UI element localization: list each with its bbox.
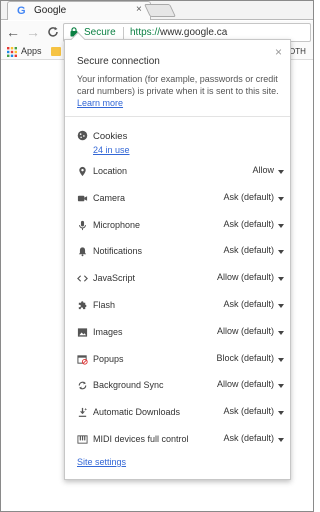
permission-value: Allow (default) <box>216 379 274 390</box>
other-bookmarks-label[interactable]: OTH <box>289 47 306 56</box>
permission-label: Background Sync <box>93 380 164 391</box>
permission-value: Ask (default) <box>223 406 274 417</box>
cookies-label: Cookies <box>93 131 128 142</box>
tab-google[interactable]: G Google × <box>7 1 151 20</box>
cookies-section: Cookies 24 in use <box>77 129 282 155</box>
permission-value: Ask (default) <box>223 218 274 229</box>
download-icon <box>78 408 88 418</box>
permission-row-background-sync: Background Sync Allow (default) <box>77 378 284 394</box>
permission-label: Flash <box>93 300 116 310</box>
permission-select-images[interactable]: Allow (default) <box>217 326 284 340</box>
omnibox-divider <box>123 27 124 39</box>
image-icon <box>77 328 88 337</box>
dropdown-caret-icon <box>278 277 284 282</box>
tab-title: Google <box>34 5 67 16</box>
permission-select-microphone[interactable]: Ask (default) <box>223 219 284 233</box>
apps-grid-icon[interactable] <box>7 47 17 57</box>
bell-icon <box>78 247 87 257</box>
permission-label: Images <box>93 326 123 337</box>
permission-value: Ask (default) <box>223 245 274 256</box>
secure-label[interactable]: Secure <box>84 27 116 38</box>
forward-icon[interactable]: → <box>25 24 41 40</box>
site-settings-link[interactable]: Site settings <box>77 457 126 467</box>
connection-description: Your information (for example, passwords… <box>77 73 282 109</box>
dropdown-caret-icon <box>278 170 284 174</box>
permission-row-popups: Popups Block (default) <box>77 352 284 368</box>
permission-value: Ask (default) <box>223 433 274 443</box>
dropdown-caret-icon <box>278 384 284 389</box>
permission-select-automatic-downloads[interactable]: Ask (default) <box>223 406 284 420</box>
permission-row-camera: Camera Ask (default) <box>77 191 284 207</box>
dropdown-caret-icon <box>278 411 284 416</box>
permission-select-popups[interactable]: Block (default) <box>216 353 284 367</box>
permission-label: Camera <box>93 192 126 203</box>
dropdown-caret-icon <box>278 196 284 201</box>
reload-icon[interactable] <box>45 24 61 40</box>
dropdown-caret-icon <box>278 250 284 255</box>
permission-label: Location <box>93 166 128 176</box>
puzzle-icon <box>78 301 87 310</box>
permission-row-flash: Flash Ask (default) <box>77 298 284 314</box>
new-tab-button[interactable] <box>143 4 177 17</box>
learn-more-link[interactable]: Learn more <box>77 98 123 108</box>
dropdown-caret-icon <box>278 304 284 308</box>
cookie-icon <box>77 130 88 141</box>
dropdown-caret-icon <box>278 223 284 228</box>
site-info-popup: × Secure connection Your information (fo… <box>64 31 291 480</box>
camera-icon <box>77 195 88 202</box>
permission-label: JavaScript <box>93 273 136 284</box>
sync-icon <box>78 382 87 390</box>
dropdown-caret-icon <box>278 330 284 335</box>
tab-close-icon[interactable]: × <box>136 4 142 16</box>
cookies-in-use-link[interactable]: 24 in use <box>93 145 130 155</box>
permission-select-notifications[interactable]: Ask (default) <box>223 245 284 259</box>
popup-icon <box>77 354 88 365</box>
bookmark-folder-icon[interactable] <box>51 47 61 56</box>
permission-row-microphone: Microphone Ask (default) <box>77 218 284 234</box>
permission-row-images: Images Allow (default) <box>77 325 284 341</box>
permission-value: Block (default) <box>216 352 274 363</box>
google-favicon-icon: G <box>17 5 26 17</box>
close-icon[interactable]: × <box>275 46 282 58</box>
dropdown-caret-icon <box>278 357 284 362</box>
apps-label[interactable]: Apps <box>21 46 42 56</box>
url-host: www.google.ca <box>160 27 228 38</box>
permission-label: Microphone <box>93 219 141 230</box>
permission-value: Ask (default) <box>223 299 274 309</box>
permission-value: Ask (default) <box>223 191 274 202</box>
permission-value: Allow <box>252 165 274 175</box>
permission-select-midi-devices-full-control[interactable]: Ask (default) <box>223 433 284 447</box>
tab-strip: G Google × <box>1 1 313 20</box>
permission-select-location[interactable]: Allow <box>252 165 284 179</box>
permission-label: Notifications <box>93 246 143 257</box>
permission-row-midi-devices-full-control: MIDI devices full control Ask (default) <box>77 432 284 448</box>
permission-select-flash[interactable]: Ask (default) <box>223 299 284 313</box>
permission-select-camera[interactable]: Ask (default) <box>223 192 284 206</box>
permission-row-javascript: JavaScript Allow (default) <box>77 271 284 287</box>
midi-icon <box>77 435 88 444</box>
permission-row-automatic-downloads: Automatic Downloads Ask (default) <box>77 405 284 421</box>
url-text[interactable]: https://www.google.ca <box>130 27 227 38</box>
permission-label: MIDI devices full control <box>93 434 189 444</box>
permission-select-javascript[interactable]: Allow (default) <box>217 272 284 286</box>
url-scheme: https:// <box>130 27 161 38</box>
permission-row-location: Location Allow <box>77 164 284 180</box>
connection-description-text: Your information (for example, passwords… <box>77 74 279 96</box>
browser-window: G Google × ← → Secure https://www.google… <box>0 0 314 512</box>
permission-select-background-sync[interactable]: Allow (default) <box>217 379 284 393</box>
location-icon <box>79 166 86 177</box>
microphone-icon <box>79 220 86 230</box>
permission-label: Popups <box>93 353 124 364</box>
permission-value: Allow (default) <box>216 272 274 283</box>
dropdown-caret-icon <box>278 438 284 442</box>
divider <box>65 116 290 117</box>
permission-value: Allow (default) <box>216 325 274 336</box>
permission-row-notifications: Notifications Ask (default) <box>77 244 284 260</box>
permission-label: Automatic Downloads <box>93 407 181 418</box>
back-icon[interactable]: ← <box>5 24 21 40</box>
code-icon <box>77 275 88 282</box>
connection-title: Secure connection <box>77 56 160 67</box>
